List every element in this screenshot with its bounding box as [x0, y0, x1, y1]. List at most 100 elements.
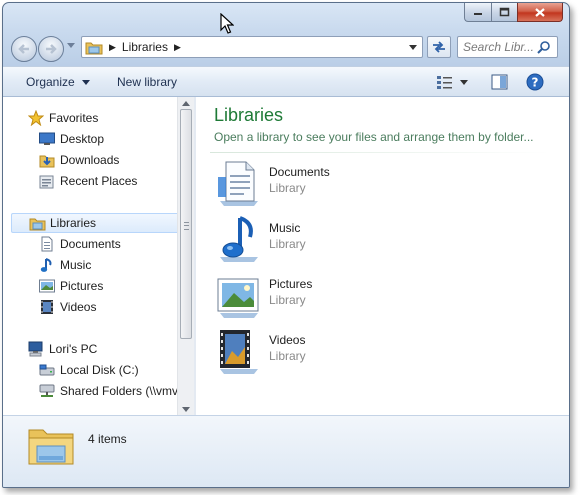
documents-library-icon — [218, 161, 258, 206]
library-name: Videos — [269, 333, 306, 347]
address-bar[interactable]: ▶ Libraries ▶ — [81, 36, 423, 58]
breadcrumb-libraries[interactable]: Libraries — [122, 40, 168, 54]
caption-buttons — [464, 3, 563, 22]
music-library-icon — [220, 216, 258, 262]
sidebar-item-label: Pictures — [60, 279, 104, 293]
libraries-folder-icon — [85, 42, 103, 54]
back-button[interactable] — [11, 36, 37, 62]
organize-label: Organize — [26, 75, 75, 89]
recent-places-icon — [39, 175, 54, 188]
refresh-icon — [433, 41, 445, 53]
sidebar-item-videos[interactable]: Videos — [38, 297, 96, 317]
sidebar-item-label: Documents — [60, 237, 121, 251]
videos-icon — [41, 300, 53, 314]
library-type: Library — [269, 237, 306, 251]
computer-icon — [28, 341, 42, 357]
sidebar-item-shared-folders[interactable]: Shared Folders (\\vmv — [38, 381, 177, 401]
item-count: 4 items — [88, 432, 127, 446]
breadcrumb-arrow-icon[interactable]: ▶ — [109, 42, 116, 53]
library-type: Library — [269, 349, 306, 363]
sidebar-item-label: Libraries — [50, 216, 97, 230]
pictures-icon — [39, 279, 55, 293]
sidebar-item-label: Videos — [60, 300, 97, 314]
new-library-button[interactable]: New library — [117, 75, 177, 89]
close-button[interactable] — [517, 3, 563, 22]
sidebar-item-pictures[interactable]: Pictures — [38, 276, 103, 296]
star-icon — [28, 110, 44, 126]
library-item-videos[interactable]: Videos Library — [214, 327, 514, 375]
pictures-library-icon — [217, 278, 259, 318]
sidebar-item-desktop[interactable]: Desktop — [38, 129, 104, 149]
header-divider — [210, 152, 550, 153]
details-pane: 4 items — [3, 415, 569, 487]
change-view-icon[interactable] — [436, 75, 454, 89]
maximize-button[interactable] — [491, 3, 517, 22]
svg-text:?: ? — [532, 76, 539, 90]
library-name: Pictures — [269, 277, 313, 291]
scroll-up-icon[interactable] — [182, 101, 190, 106]
library-item-pictures[interactable]: Pictures Library — [214, 271, 514, 319]
sidebar-item-label: Favorites — [49, 111, 99, 125]
sidebar-item-label: Shared Folders (\\vmv — [60, 384, 177, 398]
network-drive-icon — [39, 384, 55, 397]
scroll-down-icon[interactable] — [182, 407, 190, 412]
sidebar-item-computer[interactable]: Lori's PC — [27, 339, 97, 359]
forward-button[interactable] — [38, 36, 64, 62]
search-icon[interactable] — [537, 40, 551, 54]
sidebar-item-recent-places[interactable]: Recent Places — [38, 171, 137, 191]
breadcrumb-arrow-icon[interactable]: ▶ — [174, 42, 181, 53]
hard-drive-icon — [39, 364, 55, 376]
scroll-grip-icon — [184, 222, 189, 230]
navigation-pane: Favorites Desktop Downloads Recent Place… — [3, 97, 177, 415]
minimize-icon — [474, 13, 482, 15]
refresh-button[interactable] — [427, 36, 451, 58]
scroll-thumb[interactable] — [180, 109, 192, 339]
sidebar-item-label: Lori's PC — [49, 342, 98, 356]
chevron-down-icon — [82, 80, 91, 86]
content-area: Favorites Desktop Downloads Recent Place… — [3, 97, 569, 415]
mouse-cursor-icon — [220, 13, 234, 34]
search-box[interactable] — [457, 36, 558, 58]
music-icon — [40, 258, 52, 272]
sidebar-item-libraries[interactable]: Libraries — [11, 213, 177, 233]
sidebar-item-favorites[interactable]: Favorites — [27, 108, 98, 128]
libraries-folder-icon — [29, 218, 45, 230]
library-name: Music — [269, 221, 301, 235]
sidebar-item-local-disk[interactable]: Local Disk (C:) — [38, 360, 139, 380]
sidebar-item-label: Local Disk (C:) — [60, 363, 139, 377]
sidebar-item-label: Downloads — [60, 153, 120, 167]
library-item-documents[interactable]: Documents Library — [214, 159, 514, 207]
page-subtitle: Open a library to see your files and arr… — [214, 130, 534, 144]
help-icon[interactable]: ? — [526, 73, 544, 91]
back-arrow-icon — [18, 44, 29, 54]
libraries-folder-large-icon — [28, 429, 74, 465]
page-title: Libraries — [214, 105, 284, 125]
file-list-pane: Libraries Open a library to see your fil… — [196, 97, 569, 415]
close-icon — [535, 7, 545, 17]
sidebar-item-documents[interactable]: Documents — [38, 234, 121, 254]
view-options-dropdown-icon[interactable] — [460, 80, 468, 85]
library-type: Library — [269, 181, 306, 195]
documents-icon — [41, 236, 53, 252]
library-item-music[interactable]: Music Library — [214, 215, 514, 263]
sidebar-item-label: Music — [60, 258, 92, 272]
sidebar-item-label: Desktop — [60, 132, 105, 146]
desktop-icon — [39, 132, 55, 145]
command-bar: Organize New library ? — [3, 66, 569, 97]
preview-pane-icon[interactable] — [491, 74, 508, 90]
explorer-window: ▶ Libraries ▶ Organize New library — [2, 2, 570, 488]
sidebar-item-downloads[interactable]: Downloads — [38, 150, 119, 170]
library-name: Documents — [269, 165, 330, 179]
navigation-scrollbar[interactable] — [177, 97, 194, 415]
search-input[interactable] — [463, 40, 537, 54]
organize-button[interactable]: Organize — [26, 75, 91, 89]
sidebar-item-label: Recent Places — [60, 174, 138, 188]
address-dropdown-icon[interactable] — [409, 45, 417, 50]
recent-pages-dropdown-icon[interactable] — [67, 43, 75, 49]
sidebar-item-music[interactable]: Music — [38, 255, 91, 275]
forward-arrow-icon — [46, 44, 57, 54]
downloads-folder-icon — [39, 155, 55, 167]
minimize-button[interactable] — [464, 3, 491, 22]
maximize-icon — [499, 7, 510, 17]
videos-library-icon — [220, 330, 258, 374]
